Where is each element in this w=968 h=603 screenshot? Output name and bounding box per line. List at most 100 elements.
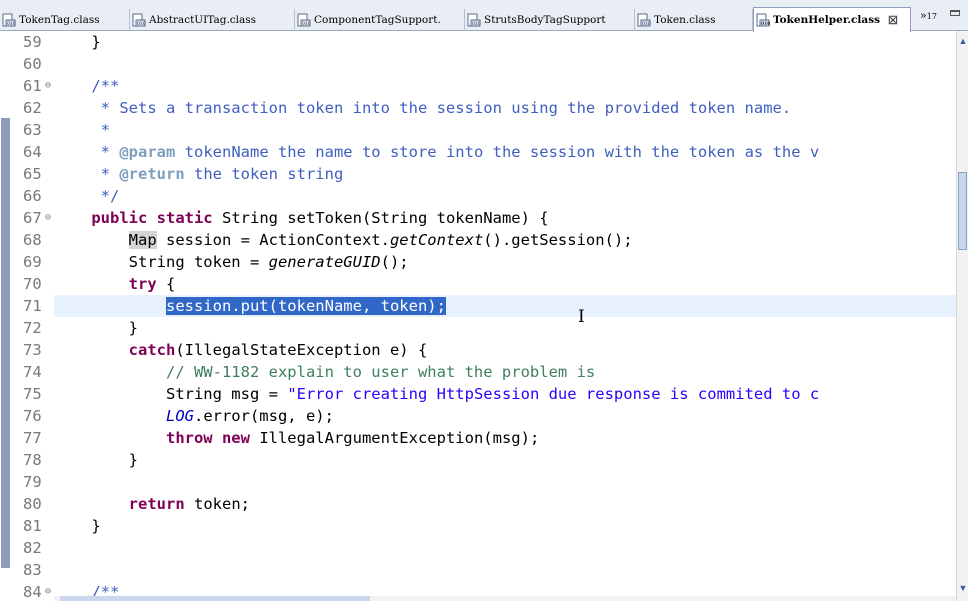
code-line: catch(IllegalStateException e) { bbox=[54, 339, 956, 361]
line-number: 59 bbox=[23, 33, 42, 51]
line-number: 63 bbox=[23, 121, 42, 139]
scroll-down-icon[interactable]: ▼ bbox=[957, 580, 968, 596]
tab-token-class[interactable]: 010 Token.class bbox=[635, 9, 753, 31]
code-line: * Sets a transaction token into the sess… bbox=[54, 97, 956, 119]
tab-tokentag-class[interactable]: 010 TokenTag.class bbox=[0, 9, 130, 31]
line-number: 62 bbox=[23, 99, 42, 117]
code-line: String msg = "Error creating HttpSession… bbox=[54, 383, 956, 405]
tab-label: Token.class bbox=[654, 14, 716, 26]
line-number: 80 bbox=[23, 495, 42, 513]
fold-collapse-icon[interactable]: ⊖ bbox=[45, 75, 51, 97]
line-number: 68 bbox=[23, 231, 42, 249]
javadoc-text: the token string bbox=[184, 165, 344, 183]
ruler-range-indicator bbox=[1, 118, 10, 568]
code-line: // WW-1182 explain to user what the prob… bbox=[54, 361, 956, 383]
line-number: 78 bbox=[23, 451, 42, 469]
chevron-double-right-icon: » bbox=[920, 9, 927, 22]
line-number: 79 bbox=[23, 473, 42, 491]
line-number: 74 bbox=[23, 363, 42, 381]
svg-text:010: 010 bbox=[137, 21, 146, 27]
vertical-scrollbar[interactable]: ▲ ▼ bbox=[956, 31, 968, 601]
code-line: } bbox=[54, 31, 956, 53]
code-line: */ bbox=[54, 185, 956, 207]
class-file-icon: 010 bbox=[756, 13, 770, 27]
tab-label: TokenTag.class bbox=[19, 14, 100, 26]
code-text: .error(msg, e); bbox=[193, 407, 334, 425]
horizontal-scrollbar-thumb[interactable] bbox=[60, 596, 370, 601]
javadoc-text: */ bbox=[91, 187, 120, 205]
scroll-up-icon[interactable]: ▲ bbox=[957, 33, 968, 49]
svg-text:010: 010 bbox=[302, 21, 311, 27]
keyword: try bbox=[128, 275, 157, 293]
code-line: * @return the token string bbox=[54, 163, 956, 185]
string-literal: "Error creating HttpSession due response… bbox=[287, 385, 820, 403]
code-text: IllegalArgumentException(msg); bbox=[249, 429, 540, 447]
tab-overflow-button[interactable]: »17 bbox=[920, 9, 937, 22]
code-text: (); bbox=[380, 253, 409, 271]
tab-tokenhelper-class[interactable]: 010 TokenHelper.class ☒ bbox=[753, 7, 911, 32]
editor-tab-bar: 010 TokenTag.class 010 AbstractUITag.cla… bbox=[0, 0, 968, 32]
line-number: 67 ⊖ bbox=[11, 207, 51, 229]
line-number: 77 bbox=[23, 429, 42, 447]
current-code-line: session.put(tokenName, token); bbox=[54, 295, 956, 317]
close-icon[interactable]: ☒ bbox=[888, 14, 898, 27]
line-number: 65 bbox=[23, 165, 42, 183]
keyword: catch bbox=[128, 341, 176, 359]
svg-text:010: 010 bbox=[472, 21, 481, 27]
keyword: public static bbox=[91, 209, 213, 227]
code-line: try { bbox=[54, 273, 956, 295]
line-number-text: 84 bbox=[23, 583, 42, 601]
code-line: String token = generateGUID(); bbox=[54, 251, 956, 273]
static-field: LOG bbox=[165, 407, 194, 425]
tab-abstractuitag-class[interactable]: 010 AbstractUITag.class bbox=[130, 9, 295, 31]
code-text: String setToken(String tokenName) { bbox=[212, 209, 549, 227]
class-file-icon: 010 bbox=[637, 13, 651, 27]
code-text: } bbox=[128, 451, 138, 469]
fold-collapse-icon[interactable]: ⊖ bbox=[45, 207, 51, 229]
code-line: throw new IllegalArgumentException(msg); bbox=[54, 427, 956, 449]
code-line: } bbox=[54, 449, 956, 471]
code-line: * bbox=[54, 119, 956, 141]
class-file-icon: 010 bbox=[467, 13, 481, 27]
code-text: } bbox=[91, 33, 101, 51]
horizontal-scrollbar[interactable] bbox=[54, 596, 956, 601]
javadoc-text: * bbox=[91, 165, 120, 183]
keyword: throw new bbox=[165, 429, 250, 447]
code-editor[interactable]: } /** * Sets a transaction token into th… bbox=[54, 31, 956, 601]
scrollbar-thumb[interactable] bbox=[958, 172, 967, 250]
line-number: 73 bbox=[23, 341, 42, 359]
line-number: 60 bbox=[23, 55, 42, 73]
code-line: /** bbox=[54, 75, 956, 97]
minimize-icon[interactable] bbox=[950, 10, 960, 16]
code-line: Map session = ActionContext.getContext()… bbox=[54, 229, 956, 251]
line-number: 69 bbox=[23, 253, 42, 271]
code-text: (IllegalStateException e) { bbox=[175, 341, 428, 359]
javadoc-text: * Sets a transaction token into the sess… bbox=[91, 99, 792, 117]
class-file-icon: 010 bbox=[2, 13, 16, 27]
occurrence-highlight: Map bbox=[128, 231, 157, 249]
line-number: 84 ⊖ bbox=[11, 581, 51, 603]
line-number-text: 67 bbox=[23, 209, 42, 227]
code-line: } bbox=[54, 515, 956, 537]
tab-strutsbodytagsupport[interactable]: 010 StrutsBodyTagSupport bbox=[465, 9, 635, 31]
javadoc-text: * bbox=[91, 143, 120, 161]
code-line: LOG.error(msg, e); bbox=[54, 405, 956, 427]
code-text: ().getSession(); bbox=[483, 231, 633, 249]
tab-label: StrutsBodyTagSupport bbox=[484, 14, 606, 26]
code-line: } bbox=[54, 317, 956, 339]
line-number-text: 61 bbox=[23, 77, 42, 95]
class-file-icon: 010 bbox=[297, 13, 311, 27]
code-line: return token; bbox=[54, 493, 956, 515]
tab-componenttagsupport[interactable]: 010 ComponentTagSupport. bbox=[295, 9, 465, 31]
overview-ruler bbox=[0, 31, 11, 601]
selected-text: session.put(tokenName, token); bbox=[165, 297, 446, 315]
line-number: 76 bbox=[23, 407, 42, 425]
static-method-call: getContext bbox=[389, 231, 484, 249]
fold-collapse-icon[interactable]: ⊖ bbox=[45, 581, 51, 603]
javadoc-tag: @param bbox=[119, 143, 176, 161]
svg-text:010: 010 bbox=[761, 21, 770, 27]
line-number: 83 bbox=[23, 561, 42, 579]
